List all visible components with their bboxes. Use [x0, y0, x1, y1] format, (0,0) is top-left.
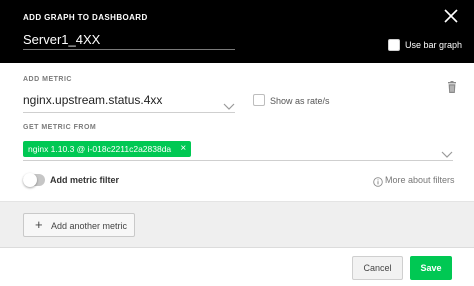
metric-select-value: nginx.upstream.status.4xx: [23, 93, 163, 107]
footer-divider: [0, 247, 474, 248]
plus-icon: +: [35, 217, 43, 232]
metric-source-select[interactable]: nginx 1.10.3 @ i-018c2211c2a2838da ×: [23, 137, 453, 161]
bar-graph-checkbox[interactable]: [388, 39, 400, 51]
graph-name-input[interactable]: [23, 30, 235, 50]
save-button[interactable]: Save: [410, 256, 452, 280]
trash-icon[interactable]: [446, 81, 458, 94]
dialog-title: ADD GRAPH TO DASHBOARD: [23, 13, 148, 22]
add-another-metric-button[interactable]: + Add another metric: [23, 213, 135, 237]
metric-filter-label: Add metric filter: [50, 175, 120, 185]
cancel-button[interactable]: Cancel: [352, 256, 403, 280]
close-icon[interactable]: [440, 5, 462, 27]
more-about-filters-link[interactable]: More about filters: [385, 175, 455, 185]
metric-select[interactable]: nginx.upstream.status.4xx: [23, 91, 235, 113]
bar-graph-label: Use bar graph: [405, 40, 463, 50]
source-chip: nginx 1.10.3 @ i-018c2211c2a2838da ×: [23, 141, 192, 157]
toggle-knob: [23, 173, 37, 187]
chip-remove-icon[interactable]: ×: [180, 143, 186, 155]
get-metric-from-label: GET METRIC FROM: [23, 124, 97, 131]
rate-checkbox[interactable]: [253, 94, 265, 106]
chevron-down-icon: [441, 145, 453, 163]
metric-filter-toggle[interactable]: [23, 173, 45, 187]
chevron-down-icon: [223, 97, 235, 115]
source-chip-label: nginx 1.10.3 @ i-018c2211c2a2838da: [28, 144, 172, 154]
add-another-metric-label: Add another metric: [51, 221, 128, 231]
add-metric-label: ADD METRIC: [23, 76, 72, 83]
rate-label: Show as rate/s: [270, 96, 330, 106]
dialog-header: ADD GRAPH TO DASHBOARD Use bar graph: [0, 0, 474, 63]
info-icon: [373, 174, 383, 187]
